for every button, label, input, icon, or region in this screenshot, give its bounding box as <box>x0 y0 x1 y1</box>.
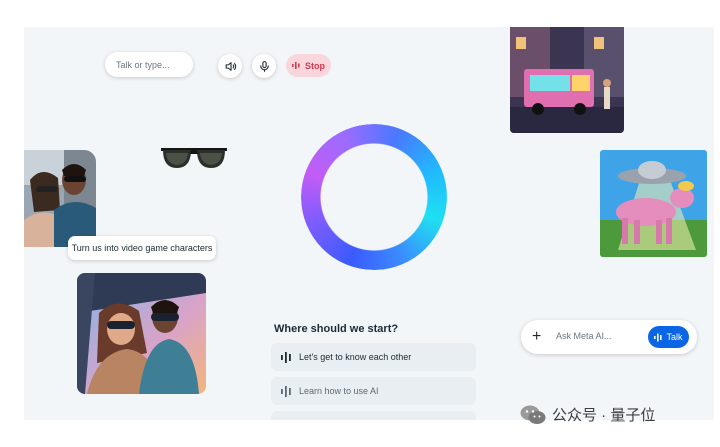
waveform-icon <box>281 385 291 397</box>
speaker-button[interactable] <box>218 54 242 78</box>
cow-ufo-image <box>600 150 707 257</box>
suggestion-label: Let's get to know each other <box>299 352 412 362</box>
plus-icon[interactable]: + <box>532 327 541 347</box>
ask-meta-ai-bar: + Ask Meta AI... Talk <box>521 320 697 354</box>
wechat-icon <box>520 405 546 424</box>
talk-button[interactable]: Talk <box>648 326 689 348</box>
speaker-icon <box>225 61 236 71</box>
mic-icon <box>259 60 269 72</box>
talk-or-type-input[interactable]: Talk or type... <box>105 52 193 77</box>
couple-selfie-photo <box>24 150 96 247</box>
suggestion-learn-ai[interactable]: Learn how to use AI <box>271 377 476 405</box>
starter-heading: Where should we start? <box>274 323 399 335</box>
watermark: 公众号 · 量子位 <box>520 404 655 425</box>
waveform-icon <box>292 62 300 69</box>
stop-button[interactable]: Stop <box>286 54 331 77</box>
ai-voice-ring <box>301 124 447 270</box>
input-placeholder: Talk or type... <box>116 59 170 70</box>
waveform-icon <box>281 351 291 363</box>
game-characters-image <box>77 273 206 394</box>
stop-label: Stop <box>305 60 325 71</box>
ask-input[interactable]: Ask Meta AI... <box>556 331 612 341</box>
suggestion-get-to-know[interactable]: Let's get to know each other <box>271 343 476 371</box>
food-truck-image <box>510 27 624 133</box>
prompt-bubble: Turn us into video game characters <box>68 236 216 260</box>
sunglasses-image <box>161 148 227 168</box>
mic-button[interactable] <box>252 54 276 78</box>
talk-label: Talk <box>666 332 683 342</box>
suggestion-label: Learn how to use AI <box>299 386 379 396</box>
prompt-bubble-text: Turn us into video game characters <box>71 243 213 253</box>
suggestion-more <box>271 411 476 420</box>
watermark-text: 公众号 · 量子位 <box>552 407 656 424</box>
waveform-icon <box>654 333 663 341</box>
